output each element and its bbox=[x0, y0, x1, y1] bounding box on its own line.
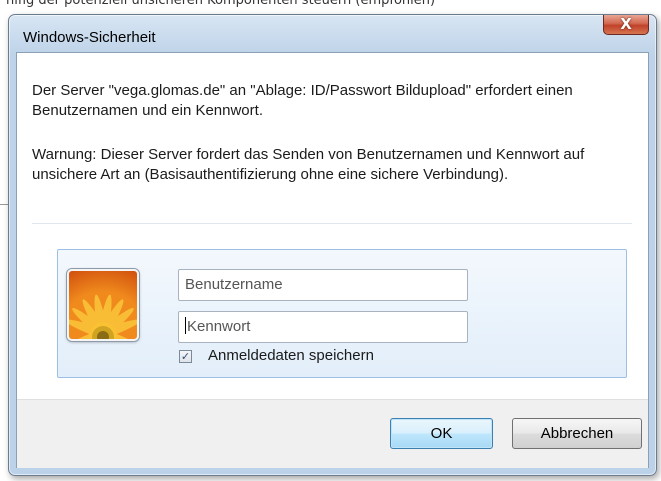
flower-image bbox=[69, 294, 137, 339]
password-placeholder: Kennwort bbox=[187, 318, 251, 335]
content-separator bbox=[32, 223, 632, 224]
credential-panel: Benutzername Kennwort ✓ Anmeldedaten spe… bbox=[57, 249, 627, 378]
background-window-strip: nifig der potenziell unsicheren Komponen… bbox=[0, 0, 661, 12]
user-avatar-icon bbox=[67, 269, 139, 341]
security-dialog: Windows-Sicherheit X Der Server "vega.gl… bbox=[8, 14, 657, 476]
cancel-button[interactable]: Abbrechen bbox=[512, 418, 642, 449]
remember-credentials-label[interactable]: Anmeldedaten speichern bbox=[208, 347, 374, 364]
ok-button[interactable]: OK bbox=[390, 418, 493, 449]
close-button[interactable]: X bbox=[603, 15, 649, 35]
dialog-content: Der Server "vega.glomas.de" an "Ablage: … bbox=[16, 52, 649, 468]
close-icon: X bbox=[620, 15, 632, 33]
remember-credentials-checkbox[interactable]: ✓ bbox=[179, 350, 192, 363]
button-bar: OK Abbrechen bbox=[17, 399, 648, 468]
password-field[interactable]: Kennwort bbox=[178, 311, 468, 343]
background-text: nifig der potenziell unsicheren Komponen… bbox=[6, 0, 436, 8]
dialog-title: Windows-Sicherheit bbox=[23, 29, 156, 46]
text-caret bbox=[185, 317, 186, 334]
username-field[interactable]: Benutzername bbox=[178, 269, 468, 301]
security-warning: Warnung: Dieser Server fordert das Sende… bbox=[32, 146, 585, 183]
server-message: Der Server "vega.glomas.de" an "Ablage: … bbox=[32, 82, 573, 119]
checkmark-icon: ✓ bbox=[180, 350, 191, 363]
